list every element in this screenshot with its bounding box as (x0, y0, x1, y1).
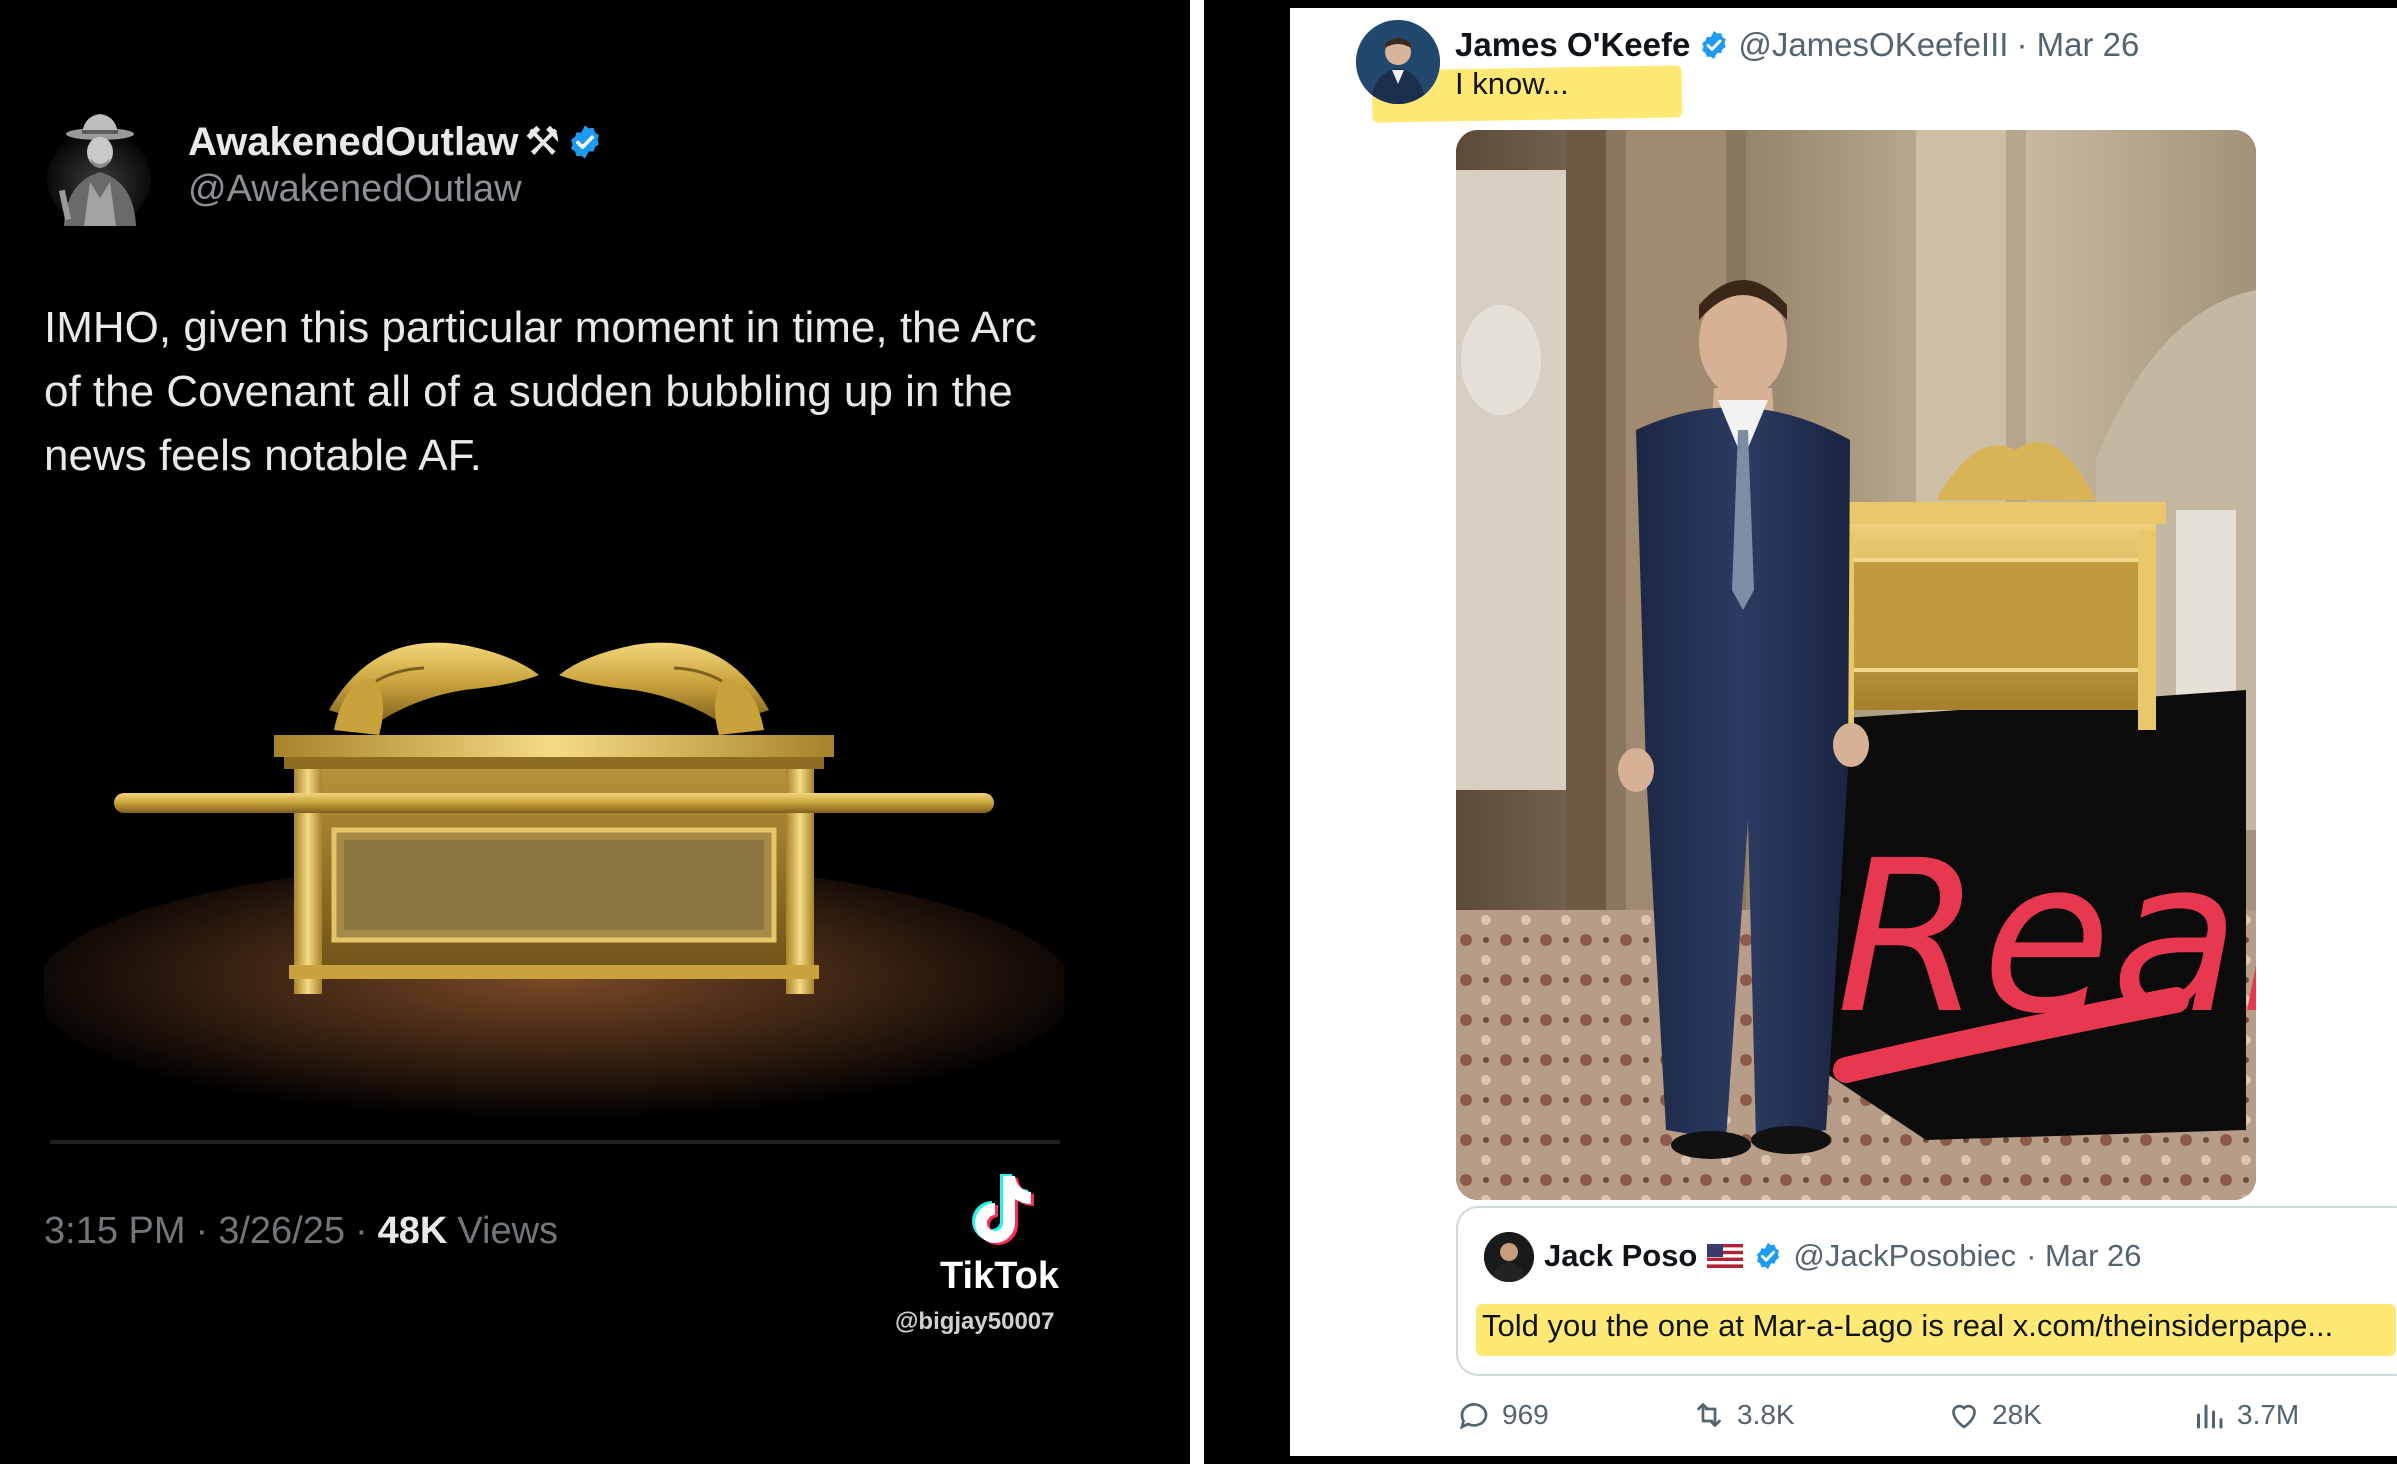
reply-icon (1459, 1403, 1488, 1430)
quote-date[interactable]: · Mar 26 (2026, 1238, 2141, 1274)
quote-author-row: Jack Poso @JackPosobiec · Mar 26 (1544, 1230, 2142, 1282)
tweet-photo[interactable]: Real (1456, 130, 2256, 1200)
like-count: 28K (1992, 1399, 2042, 1430)
meta-dot: · (195, 1210, 209, 1252)
reply-count: 969 (1502, 1399, 1549, 1430)
views-count: 48K (377, 1210, 448, 1252)
us-flag-icon (1707, 1244, 1744, 1268)
verified-badge-icon (571, 125, 600, 159)
right-author-row: James O'Keefe @JamesOKeefeIII · Mar 26 (1455, 20, 2139, 70)
meta-dot: · (354, 1210, 368, 1252)
views-count-right: 3.7M (2237, 1399, 2300, 1430)
left-display-name[interactable]: AwakenedOutlaw (188, 120, 518, 165)
pick-axe-emoji: ⚒ (524, 120, 561, 164)
heart-icon (1952, 1404, 1976, 1429)
tweet-actions: 969 3.8K 28K 3.7M (1456, 1390, 2356, 1440)
tiktok-logo-icon (972, 1174, 1034, 1245)
tiktok-username: @bigjay50007 (895, 1308, 1055, 1335)
panel-gap (1204, 0, 1290, 1464)
left-handle[interactable]: @AwakenedOutlaw (188, 168, 522, 211)
left-tweet-meta: 3:15 PM · 3/26/25 · 48K Views (44, 1210, 558, 1253)
tweet-time: 3:15 PM (44, 1210, 186, 1252)
left-author-row: AwakenedOutlaw ⚒ (188, 112, 604, 172)
tweet-date[interactable]: 3/26/25 (218, 1210, 345, 1253)
panel-separator (1190, 0, 1204, 1464)
views-label: Views (457, 1210, 559, 1252)
quoted-tweet[interactable]: Jack Poso @JackPosobiec · Mar 26 Told yo… (1456, 1206, 2397, 1376)
okeefe-avatar[interactable] (1356, 20, 1440, 104)
repost-action[interactable]: 3.8K (1691, 1390, 1795, 1440)
quote-display-name[interactable]: Jack Poso (1544, 1238, 1697, 1274)
left-divider (50, 1140, 1060, 1144)
ark-of-covenant-image[interactable] (44, 560, 1064, 1140)
reply-action[interactable]: 969 (1456, 1390, 1549, 1440)
quote-handle[interactable]: @JackPosobiec (1793, 1238, 2016, 1274)
verified-badge-icon (1757, 1242, 1780, 1270)
outlaw-avatar[interactable] (44, 108, 154, 228)
repost-count: 3.8K (1737, 1399, 1795, 1430)
quote-text[interactable]: Told you the one at Mar-a-Lago is real x… (1482, 1308, 2333, 1344)
tiktok-brand: TikTok (940, 1255, 1059, 1297)
poso-avatar[interactable] (1484, 1232, 1534, 1282)
reply-text: I know... (1455, 66, 1569, 101)
right-date[interactable]: · Mar 26 (2016, 26, 2139, 64)
analytics-icon (2197, 1404, 2223, 1429)
left-tweet-text: IMHO, given this particular moment in ti… (44, 303, 1037, 480)
like-action[interactable]: 28K (1946, 1390, 2042, 1440)
repost-icon (1697, 1403, 1721, 1427)
right-handle[interactable]: @JamesOKeefeIII (1738, 26, 2008, 64)
verified-badge-icon (1702, 31, 1727, 59)
views-action[interactable]: 3.7M (2191, 1390, 2299, 1440)
right-display-name[interactable]: James O'Keefe (1455, 26, 1690, 64)
left-tweet-panel: AwakenedOutlaw ⚒ @AwakenedOutlaw IMHO, g… (0, 0, 1190, 1464)
right-tweet-panel: James O'Keefe @JamesOKeefeIII · Mar 26 I… (1290, 8, 2397, 1456)
